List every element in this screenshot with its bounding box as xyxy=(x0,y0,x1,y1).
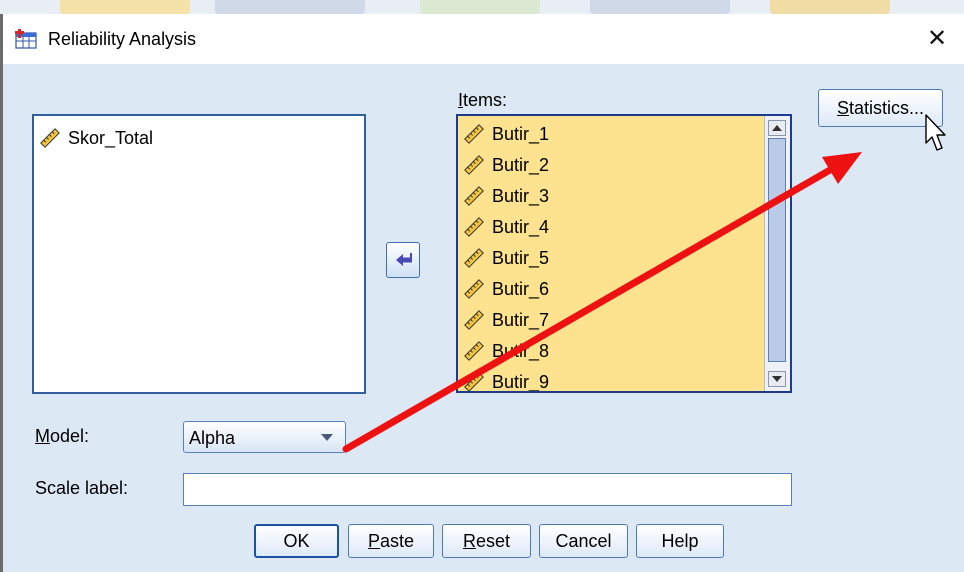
cancel-button[interactable]: Cancel xyxy=(539,524,628,558)
ruler-icon xyxy=(464,248,484,268)
scale-label-input[interactable] xyxy=(183,473,792,506)
item-label: Butir_8 xyxy=(492,340,550,361)
ruler-icon xyxy=(464,217,484,237)
ruler-icon xyxy=(464,124,484,144)
variables-listbox[interactable]: Skor_Total xyxy=(32,114,366,394)
variable-label: Skor_Total xyxy=(68,127,154,148)
list-item[interactable]: Butir_7 xyxy=(464,306,549,334)
move-to-variables-button[interactable] xyxy=(386,242,420,278)
scroll-up-button[interactable] xyxy=(768,120,786,136)
list-item[interactable]: Butir_3 xyxy=(464,182,549,210)
ruler-icon xyxy=(464,372,484,391)
model-value: Alpha xyxy=(189,428,236,448)
statistics-button[interactable]: Statistics... xyxy=(818,89,943,127)
dropdown-arrow-icon xyxy=(321,434,333,441)
item-label: Butir_9 xyxy=(492,371,550,392)
item-label: Butir_1 xyxy=(492,123,550,144)
list-item[interactable]: Butir_1 xyxy=(464,120,549,148)
ruler-icon xyxy=(40,128,60,148)
ruler-icon xyxy=(464,186,484,206)
model-label: Model: xyxy=(35,426,90,446)
list-item[interactable]: Skor_Total xyxy=(40,124,153,152)
scroll-down-icon xyxy=(772,376,782,382)
close-icon[interactable]: ✕ xyxy=(919,22,955,56)
item-label: Butir_5 xyxy=(492,247,550,268)
reliability-analysis-dialog: Reliability Analysis ✕ Skor_Total Items:… xyxy=(0,14,964,572)
list-item[interactable]: Butir_2 xyxy=(464,151,549,179)
ruler-icon xyxy=(464,155,484,175)
ok-button[interactable]: OK xyxy=(254,524,339,558)
scale-label-label: Scale label: xyxy=(35,478,129,498)
title-bar: Reliability Analysis ✕ xyxy=(3,14,964,64)
items-listbox[interactable]: Butir_1 Butir_2 Butir_3 Butir_4 Butir_5 Butir… xyxy=(456,114,792,393)
ruler-icon xyxy=(464,310,484,330)
ruler-icon xyxy=(464,279,484,299)
background-window-strip xyxy=(0,0,964,14)
paste-button[interactable]: Paste xyxy=(348,524,434,558)
item-label: Butir_4 xyxy=(492,216,550,237)
item-label: Butir_6 xyxy=(492,278,550,299)
scroll-up-icon xyxy=(772,125,782,131)
items-scrollbar[interactable] xyxy=(764,116,790,391)
list-item[interactable]: Butir_6 xyxy=(464,275,549,303)
dialog-body: Skor_Total Items: Butir_1 Butir_2 Butir_3 B… xyxy=(3,64,964,572)
list-item[interactable]: Butir_4 xyxy=(464,213,549,241)
move-left-arrow-icon xyxy=(396,253,412,266)
reset-button[interactable]: Reset xyxy=(442,524,531,558)
ruler-icon xyxy=(464,341,484,361)
item-label: Butir_2 xyxy=(492,154,550,175)
window-title: Reliability Analysis xyxy=(48,29,197,49)
item-label: Butir_3 xyxy=(492,185,550,206)
model-dropdown[interactable]: Alpha xyxy=(183,421,346,453)
list-item[interactable]: Butir_8 xyxy=(464,337,549,365)
list-item[interactable]: Butir_5 xyxy=(464,244,549,272)
items-label: Items: xyxy=(458,90,508,110)
list-item[interactable]: Butir_9 xyxy=(464,368,550,392)
item-label: Butir_7 xyxy=(492,309,550,330)
scroll-down-button[interactable] xyxy=(768,371,786,387)
app-icon xyxy=(15,29,37,49)
help-button[interactable]: Help xyxy=(636,524,724,558)
scroll-thumb[interactable] xyxy=(768,138,786,362)
